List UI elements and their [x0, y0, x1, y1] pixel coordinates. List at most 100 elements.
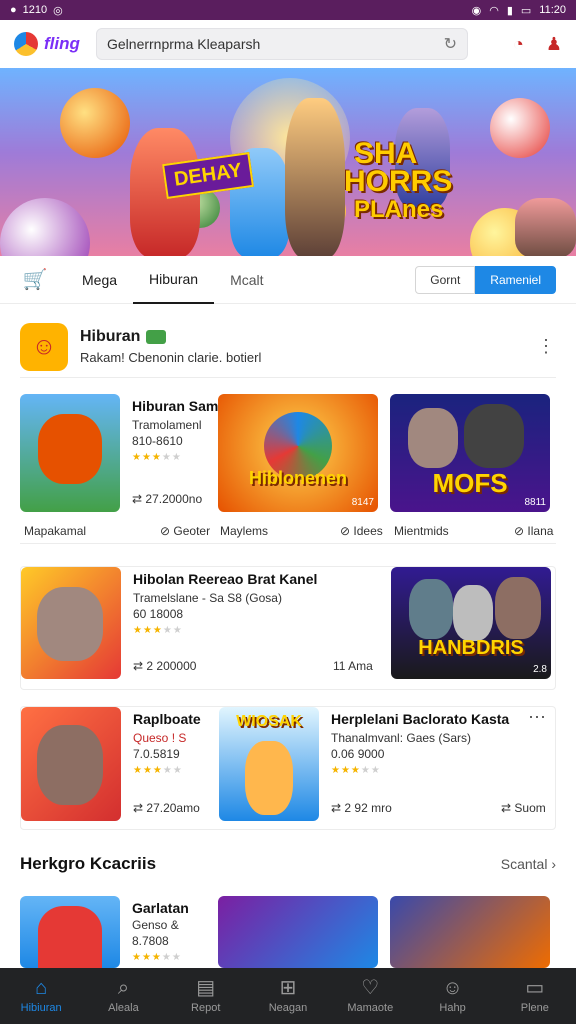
download-count: ⇄ 2 92 mro	[331, 801, 392, 815]
nav-label: Aleala	[108, 1002, 139, 1014]
nav-label: Plene	[520, 1002, 549, 1014]
search-icon: ⌕	[117, 977, 130, 999]
nav-profile[interactable]: ☺ Hahp	[411, 968, 493, 1024]
logo-text: fling	[44, 34, 80, 53]
list-item[interactable]: Hibolan Reereao Brat Kanel Tramelslane -…	[20, 566, 556, 690]
caption-meta: ⊘ Ilana	[514, 524, 554, 538]
list-item[interactable]: Garlatan Genso & 8.7808 ★★★★★	[20, 896, 556, 968]
game-thumbnail[interactable]	[390, 896, 550, 968]
signal-icon: ▮	[506, 4, 513, 17]
see-all-link[interactable]: Scantal ›	[501, 856, 556, 872]
top-bar: fling Gelnerrnprma Kleaparsh ↻ ◔ ♟	[0, 20, 576, 68]
file-size: ⇄ Suom	[501, 801, 546, 815]
thumbnail-label: HANBDRIS	[418, 637, 524, 659]
file-size: 11 Ama	[333, 659, 373, 673]
game-title[interactable]: Hibolan Reereao Brat Kanel	[133, 571, 317, 587]
game-subtitle: Thanalmvanl: Gaes (Sars)	[331, 731, 472, 745]
banner-title-line1: SHA	[354, 137, 418, 170]
game-version: 7.0.5819	[133, 747, 180, 761]
download-count: ⇄ 2 200000	[133, 659, 197, 673]
download-count: ⇄ 27.2000no	[132, 492, 203, 506]
segmented-control: Gornt Rameniel	[415, 265, 556, 294]
status-time-left: 1210	[22, 4, 48, 16]
wifi-icon: ◠	[489, 4, 499, 17]
nav-search[interactable]: ⌕ Aleala	[82, 968, 164, 1024]
caption: Mapakamal	[24, 524, 87, 538]
search-input[interactable]: Gelnerrnprma Kleaparsh ↻	[96, 28, 468, 60]
hero-banner[interactable]: DEHAY SHA HORRS PLAnes	[0, 68, 576, 256]
nav-favorites[interactable]: ♡ Mamaote	[329, 968, 411, 1024]
notification-icon: ●	[10, 4, 17, 16]
nav-label: Neagan	[268, 1002, 308, 1014]
game-thumbnail[interactable]: Hiblonenen 8147	[218, 394, 378, 512]
video-icon[interactable]: ◔	[513, 34, 524, 55]
banner-title-line3: PLAnes	[354, 196, 444, 223]
caption: Maylems	[220, 524, 269, 538]
thumbnail-badge: 8811	[524, 497, 546, 508]
refresh-icon[interactable]: ↻	[444, 34, 457, 54]
game-thumbnail[interactable]	[218, 896, 378, 968]
game-thumbnail[interactable]	[20, 896, 120, 968]
thumbnail-badge: 2.8	[533, 664, 547, 675]
rating-stars: ★★★★★	[132, 952, 182, 963]
game-version: 60 18008	[133, 607, 184, 621]
tab-mega[interactable]: Mega	[66, 256, 133, 304]
rating-stars: ★★★★★	[331, 765, 381, 776]
caption: Mientmids	[394, 524, 449, 538]
list-item[interactable]: Hiburan Same Tramolamenl 810-8610 ★★★★★ …	[20, 394, 556, 544]
game-thumbnail[interactable]: WIOSAK	[219, 707, 319, 821]
tab-mcalt[interactable]: Mcalt	[214, 256, 279, 304]
battery-icon: ▭	[520, 4, 532, 17]
window-icon: ▭	[525, 977, 545, 999]
profile-icon[interactable]: ♟	[546, 34, 562, 55]
seg-gornt-button[interactable]: Gornt	[415, 265, 476, 294]
app-description: Rakam! Cbenonin clarie. botierl	[80, 350, 262, 365]
home-icon: ⌂	[35, 977, 48, 999]
app-icon: ☺	[20, 322, 68, 371]
game-thumbnail[interactable]: HANBDRIS 2.8	[391, 567, 551, 679]
rating-stars: ★★★★★	[132, 452, 182, 463]
more-icon[interactable]: ⋮	[536, 336, 556, 357]
category-tabs: 🛒 Mega Hiburan Mcalt Gornt Rameniel	[0, 256, 576, 304]
verified-badge	[146, 330, 167, 344]
list-icon: ▤	[196, 977, 216, 999]
game-thumbnail[interactable]	[20, 394, 120, 512]
game-title[interactable]: Herplelani Baclorato Kasta	[331, 711, 509, 727]
app-header[interactable]: ☺ Hiburan Rakam! Cbenonin clarie. botier…	[20, 316, 556, 378]
cart-icon[interactable]: 🛒	[20, 265, 50, 295]
heart-icon: ♡	[361, 977, 380, 999]
game-title[interactable]: Hiburan Same	[132, 398, 226, 414]
logo-icon	[14, 32, 38, 56]
nav-home[interactable]: ⌂ Hibiuran	[0, 968, 82, 1024]
nav-label: Repot	[191, 1002, 221, 1014]
thumbnail-label: MOFS	[432, 468, 508, 498]
bottom-navigation: ⌂ Hibiuran ⌕ Aleala ▤ Repot ⊞ Neagan ♡ Mamaot…	[0, 968, 576, 1024]
game-subtitle: Tramolamenl	[132, 418, 202, 432]
ball-graphic	[60, 88, 130, 158]
game-subtitle: Genso &	[132, 918, 179, 932]
game-title[interactable]: Garlatan	[132, 900, 189, 916]
nav-report[interactable]: ▤ Repot	[165, 968, 247, 1024]
search-placeholder: Gelnerrnprma Kleaparsh	[107, 36, 261, 52]
nav-games[interactable]: ⊞ Neagan	[247, 968, 329, 1024]
app-name: Hiburan	[80, 328, 141, 345]
nav-more[interactable]: ▭ Plene	[494, 968, 576, 1024]
seg-rameniel-button[interactable]: Rameniel	[475, 265, 556, 294]
status-bar: ● 1210 ◎ ◉ ◠ ▮ ▭ 11:20	[0, 0, 576, 20]
list-item[interactable]: Raplboate Queso ! S 7.0.5819 ★★★★★ ⇄ 27.…	[20, 706, 556, 830]
nav-label: Mamaote	[347, 1002, 394, 1014]
more-icon[interactable]: ⋯	[527, 707, 547, 728]
nav-label: Hibiuran	[20, 1002, 62, 1014]
game-title[interactable]: Raplboate	[133, 711, 201, 727]
thumbnail-label: Hiblonenen	[249, 468, 347, 488]
game-thumbnail[interactable]	[21, 567, 121, 679]
app-logo[interactable]: fling	[14, 32, 96, 56]
section-title: Herkgro Kcacriis	[20, 854, 157, 873]
sync-icon: ◎	[53, 4, 63, 17]
rating-stars: ★★★★★	[133, 625, 183, 636]
thumbnail-label: WIOSAK	[236, 713, 302, 730]
game-thumbnail[interactable]: MOFS 8811	[390, 394, 550, 512]
game-thumbnail[interactable]	[21, 707, 121, 821]
tab-hiburan[interactable]: Hiburan	[133, 256, 215, 304]
alarm-icon: ◉	[471, 4, 482, 17]
